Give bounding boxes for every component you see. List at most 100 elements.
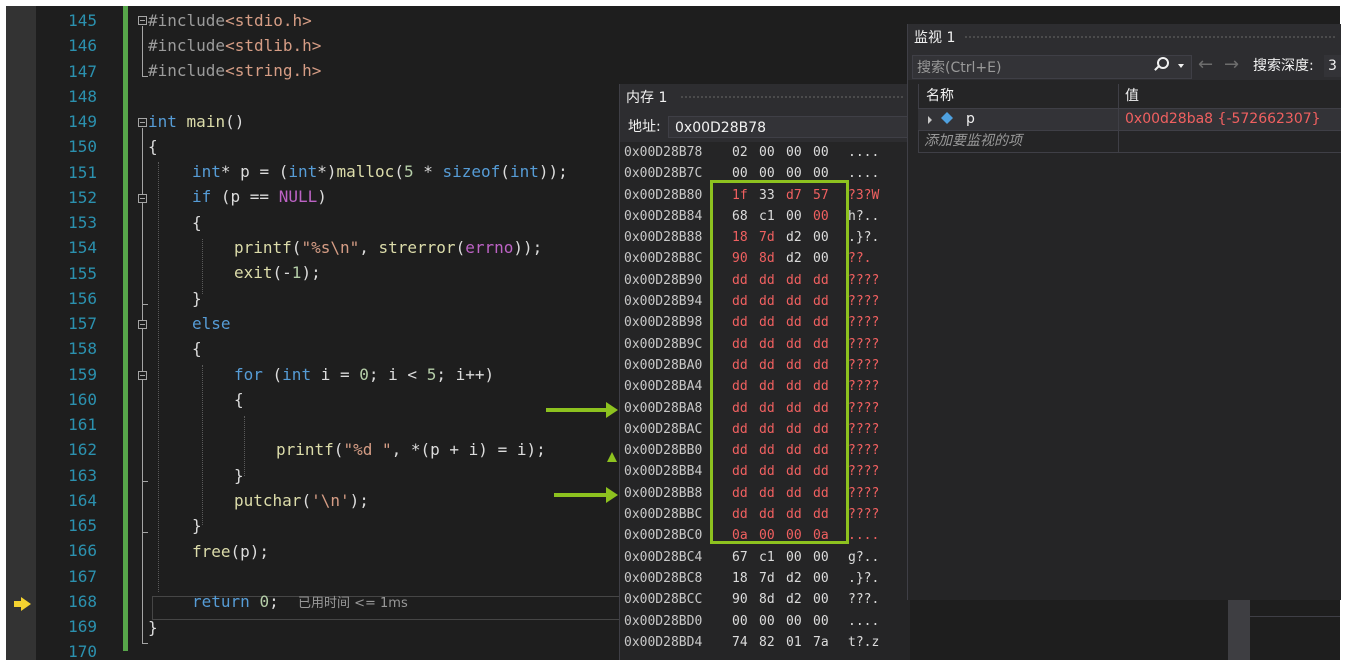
- memory-row[interactable]: 0x00D28BD0 00 00 00 00....: [620, 611, 910, 632]
- watch-search-input[interactable]: 搜索(Ctrl+E): [912, 55, 1192, 79]
- memory-row[interactable]: 0x00D28B78 02 00 00 00....: [620, 142, 910, 163]
- memory-ascii[interactable]: .}?.: [848, 568, 879, 589]
- code-line-147[interactable]: #include<string.h>: [148, 58, 321, 83]
- memory-byte[interactable]: 00: [813, 547, 829, 568]
- memory-window-title[interactable]: 内存 1: [620, 84, 910, 112]
- memory-ascii[interactable]: ????: [848, 355, 879, 376]
- collapse-icon[interactable]: [138, 118, 147, 127]
- watch-item-value[interactable]: 0x00d28ba8 {-572662307}: [1118, 109, 1321, 130]
- memory-byte[interactable]: 74: [732, 632, 748, 653]
- memory-ascii[interactable]: ????: [848, 376, 879, 397]
- memory-ascii[interactable]: .}?.: [848, 227, 879, 248]
- memory-ascii[interactable]: ????: [848, 312, 879, 333]
- code-line-151[interactable]: int* p = (int*)malloc(5 * sizeof(int));: [192, 159, 568, 184]
- memory-byte[interactable]: 7a: [813, 632, 829, 653]
- memory-ascii[interactable]: ????: [848, 270, 879, 291]
- arrow-right-icon[interactable]: →: [1224, 53, 1239, 77]
- memory-ascii[interactable]: ????: [848, 419, 879, 440]
- code-line-165[interactable]: }: [192, 513, 202, 538]
- memory-byte[interactable]: 00: [813, 568, 829, 589]
- memory-byte[interactable]: d2: [786, 568, 802, 589]
- code-line-149[interactable]: int main(): [148, 109, 244, 134]
- collapse-icon[interactable]: [138, 16, 147, 25]
- code-line-152[interactable]: if (p == NULL): [192, 184, 327, 209]
- collapse-icon[interactable]: [138, 320, 147, 329]
- code-line-145[interactable]: #include<stdio.h>: [148, 8, 312, 33]
- code-line-155[interactable]: exit(-1);: [234, 260, 321, 285]
- memory-byte[interactable]: 00: [759, 611, 775, 632]
- code-line-160[interactable]: {: [234, 387, 244, 412]
- memory-byte[interactable]: 67: [732, 547, 748, 568]
- code-line-154[interactable]: printf("%s\n", strerror(errno));: [234, 235, 542, 260]
- indicator-margin[interactable]: [6, 6, 36, 660]
- memory-ascii[interactable]: ????: [848, 291, 879, 312]
- memory-ascii[interactable]: ????: [848, 398, 879, 419]
- memory-byte[interactable]: 90: [732, 589, 748, 610]
- memory-byte[interactable]: 01: [786, 632, 802, 653]
- memory-ascii[interactable]: ???.: [848, 589, 879, 610]
- code-line-164[interactable]: putchar('\n');: [234, 488, 369, 513]
- code-line-146[interactable]: #include<stdlib.h>: [148, 33, 321, 58]
- memory-byte[interactable]: 8d: [759, 589, 775, 610]
- memory-ascii[interactable]: ....: [848, 142, 879, 163]
- code-line-153[interactable]: {: [192, 210, 202, 235]
- code-line-168[interactable]: return 0; 已用时间 <= 1ms: [192, 589, 408, 614]
- watch-window-title[interactable]: 监视 1: [908, 24, 1341, 52]
- memory-ascii[interactable]: ??.: [848, 248, 871, 269]
- col-header-value[interactable]: 值: [1118, 84, 1139, 108]
- col-header-name[interactable]: 名称: [926, 84, 954, 108]
- code-line-162[interactable]: printf("%d ", *(p + i) = i);: [276, 437, 546, 462]
- memory-ascii[interactable]: ....: [848, 525, 879, 546]
- warning-icon[interactable]: [607, 452, 617, 462]
- memory-byte[interactable]: 00: [786, 547, 802, 568]
- code-line-150[interactable]: {: [148, 134, 158, 159]
- watch-window[interactable]: 监视 1 搜索(Ctrl+E) ← → 搜索深度: 3 名称 值 p 0x00d…: [907, 24, 1341, 600]
- code-line-166[interactable]: free(p);: [192, 539, 269, 564]
- memory-row[interactable]: 0x00D28BC4 67 c1 00 00 g?..: [620, 547, 910, 568]
- scrollbar[interactable]: [1228, 600, 1250, 660]
- arrow-left-icon[interactable]: ←: [1198, 53, 1213, 77]
- memory-byte[interactable]: 00: [786, 611, 802, 632]
- watch-item-name[interactable]: p: [966, 109, 975, 130]
- watch-row[interactable]: p 0x00d28ba8 {-572662307}: [918, 109, 1341, 131]
- add-watch-placeholder[interactable]: 添加要监视的项: [924, 131, 1022, 152]
- memory-ascii[interactable]: h?..: [848, 206, 879, 227]
- memory-row[interactable]: 0x00D28BC8 18 7d d2 00.}?.: [620, 568, 910, 589]
- memory-ascii[interactable]: ????: [848, 461, 879, 482]
- memory-row[interactable]: 0x00D28BCC 90 8d d2 00???.: [620, 589, 910, 610]
- code-line-157[interactable]: else: [192, 311, 231, 336]
- memory-ascii[interactable]: ????: [848, 504, 879, 525]
- memory-ascii[interactable]: ....: [848, 163, 879, 184]
- memory-ascii[interactable]: ????: [848, 440, 879, 461]
- watch-add-row[interactable]: 添加要监视的项: [918, 131, 1341, 153]
- memory-ascii[interactable]: ????: [848, 483, 879, 504]
- memory-ascii[interactable]: t?.z: [848, 632, 879, 653]
- memory-byte[interactable]: 18: [732, 568, 748, 589]
- code-line-158[interactable]: {: [192, 336, 202, 361]
- memory-byte[interactable]: 00: [786, 142, 802, 163]
- code-line-163[interactable]: }: [234, 463, 244, 488]
- memory-byte[interactable]: 00: [813, 611, 829, 632]
- collapse-icon[interactable]: [138, 371, 147, 380]
- search-icon[interactable]: [1157, 57, 1169, 69]
- memory-byte[interactable]: 00: [732, 611, 748, 632]
- memory-byte[interactable]: 00: [759, 142, 775, 163]
- memory-ascii[interactable]: g?..: [848, 547, 879, 568]
- collapse-icon[interactable]: [138, 194, 147, 203]
- code-line-169[interactable]: }: [148, 615, 158, 640]
- memory-byte[interactable]: 00: [813, 142, 829, 163]
- chevron-down-icon[interactable]: [1178, 64, 1184, 68]
- memory-byte[interactable]: 00: [813, 589, 829, 610]
- memory-ascii[interactable]: ????: [848, 334, 879, 355]
- address-input[interactable]: 0x00D28B78: [668, 116, 908, 138]
- memory-byte[interactable]: 82: [759, 632, 775, 653]
- memory-row[interactable]: 0x00D28BD4 74 82 01 7a t?.z: [620, 632, 910, 653]
- memory-byte[interactable]: 7d: [759, 568, 775, 589]
- memory-ascii[interactable]: ?3?W: [848, 185, 879, 206]
- expand-icon[interactable]: [928, 116, 932, 124]
- search-depth-select[interactable]: 3: [1324, 55, 1341, 77]
- memory-byte[interactable]: 02: [732, 142, 748, 163]
- code-line-159[interactable]: for (int i = 0; i < 5; i++): [234, 362, 494, 387]
- memory-ascii[interactable]: ....: [848, 611, 879, 632]
- memory-byte[interactable]: c1: [759, 547, 775, 568]
